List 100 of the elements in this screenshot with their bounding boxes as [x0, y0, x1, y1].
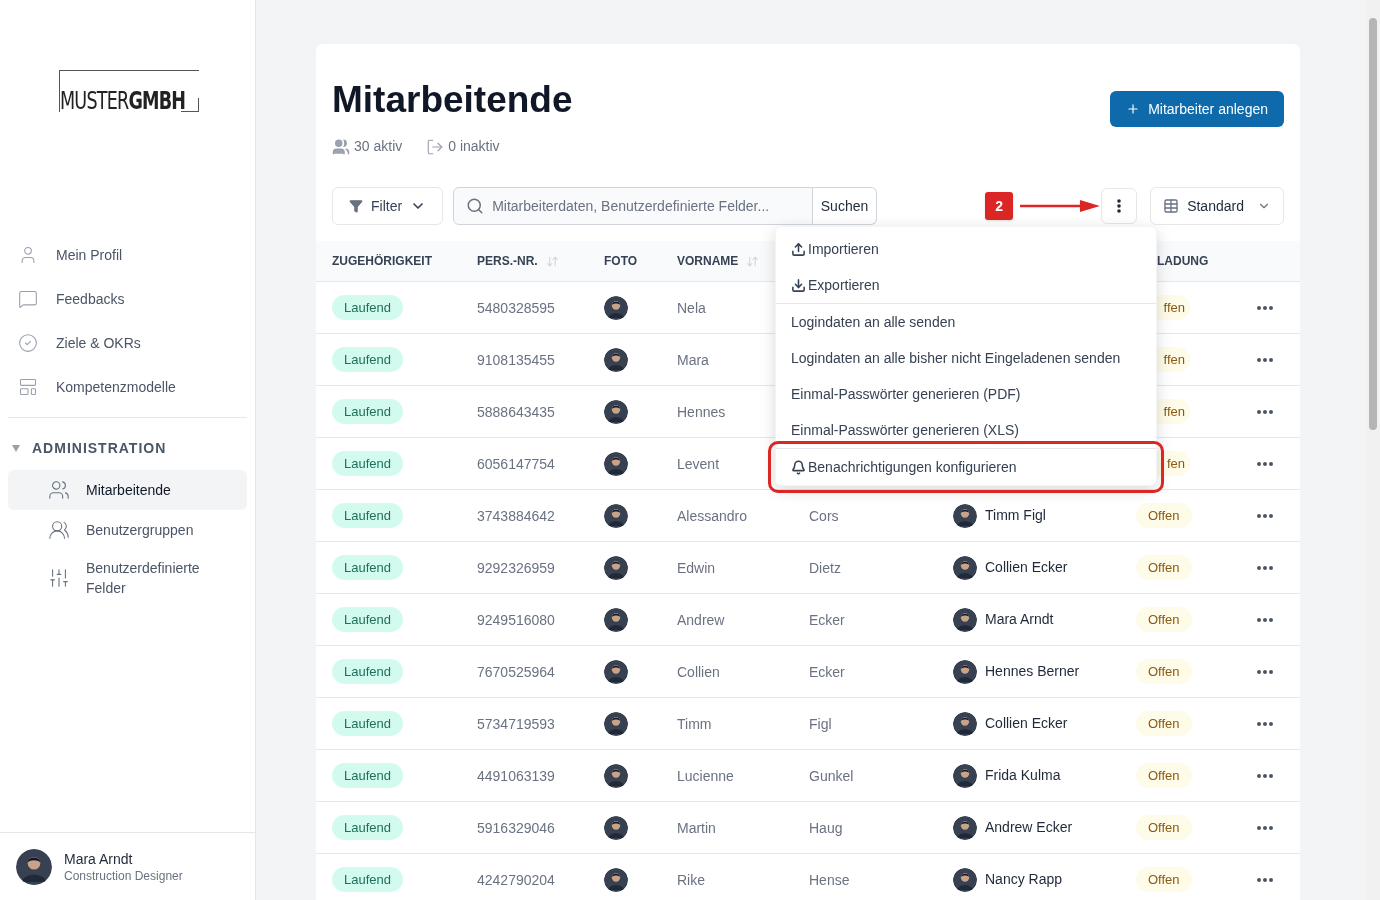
avatar — [953, 659, 977, 684]
more-button[interactable] — [1257, 357, 1273, 362]
table-cell: 7670525964 — [477, 663, 555, 680]
more-button[interactable] — [1257, 825, 1273, 830]
avatar — [604, 815, 628, 840]
column-header[interactable]: VORNAME — [677, 252, 760, 270]
table-cell: 9292326959 — [477, 559, 555, 576]
avatar — [953, 503, 977, 528]
search-input[interactable]: Mitarbeiterdaten, Benutzerdefinierte Felder... — [492, 195, 800, 217]
more-button[interactable] — [1257, 305, 1273, 310]
user-name: Mara Arndt — [64, 849, 134, 868]
chat-bubbles-icon — [18, 289, 38, 309]
nav-item[interactable]: Ziele & OKRs — [8, 321, 247, 365]
more-button[interactable] — [1257, 513, 1273, 518]
nav-item[interactable]: Mein Profil — [8, 233, 247, 277]
check-circle-icon — [18, 333, 38, 353]
table-cell: 5916329046 — [477, 819, 555, 836]
ellipsis-icon — [1257, 565, 1273, 570]
users-icon — [48, 479, 70, 501]
table-cell: 3743884642 — [477, 507, 555, 524]
search-icon — [466, 197, 485, 215]
more-button[interactable] — [1257, 669, 1273, 674]
invitation-tag: Offen — [1136, 762, 1192, 789]
avatar — [953, 815, 977, 840]
table-cell: Dietz — [809, 559, 841, 576]
avatar — [604, 659, 628, 684]
vertical-ellipsis-icon — [1117, 199, 1122, 213]
avatar — [953, 763, 977, 788]
more-button[interactable] — [1257, 409, 1273, 414]
ellipsis-icon — [1257, 513, 1273, 518]
scrollbar[interactable] — [1366, 0, 1380, 900]
invitation-tag: Offen — [1136, 814, 1192, 841]
nav-item[interactable]: Mitarbeitende — [8, 470, 247, 510]
ellipsis-icon — [1257, 669, 1273, 674]
column-header: LADUNG — [1157, 253, 1209, 270]
status-tag: Laufend — [332, 710, 403, 737]
table-cell: 9108135455 — [477, 351, 555, 368]
table-cell: Gunkel — [809, 767, 854, 784]
avatar — [953, 867, 977, 892]
upload-icon — [791, 241, 806, 257]
manager-name: Mara Arndt — [985, 610, 1054, 629]
search-button[interactable]: Suchen — [812, 187, 878, 225]
menu-item[interactable]: Benachrichtigungen konfigurieren — [776, 449, 1156, 485]
download-icon — [791, 277, 806, 293]
table-cell: 5480328595 — [477, 299, 555, 316]
filter-button[interactable]: Filter — [332, 187, 444, 225]
more-button[interactable] — [1257, 617, 1273, 622]
column-header[interactable]: PERS.-NR. — [477, 252, 559, 270]
table-cell: Nela — [677, 299, 706, 316]
view-select[interactable]: Standard — [1150, 187, 1284, 225]
group-icon — [48, 519, 70, 541]
more-button[interactable] — [1257, 461, 1273, 466]
manager-name: Frida Kulma — [985, 766, 1061, 785]
invitation-tag: Offen — [1136, 658, 1192, 685]
page-title: Mitarbeitende — [332, 78, 573, 122]
ellipsis-icon — [1257, 357, 1273, 362]
user-role: Construction Designer — [64, 867, 183, 884]
table-cell: Hennes — [677, 403, 726, 420]
more-button[interactable] — [1257, 773, 1273, 778]
more-button[interactable] — [1257, 721, 1273, 726]
table-cell: 4491063139 — [477, 767, 555, 784]
manager-name: Nancy Rapp — [985, 870, 1063, 889]
create-employee-button[interactable]: Mitarbeiter anlegen — [1110, 91, 1284, 127]
menu-item[interactable]: Importieren — [776, 231, 1156, 267]
nav-item[interactable]: Benutzerdefinierte Felder — [8, 550, 247, 606]
search-field[interactable]: Mitarbeiterdaten, Benutzerdefinierte Felder... — [453, 187, 813, 225]
exit-icon — [426, 137, 445, 156]
nav-item[interactable]: Kompetenzmodelle — [8, 365, 247, 409]
table-cell: Timm — [677, 715, 712, 732]
more-options-button[interactable] — [1101, 188, 1138, 224]
ellipsis-icon — [1257, 721, 1273, 726]
table-cell: Collien — [677, 663, 720, 680]
filter-icon — [349, 199, 363, 213]
invitation-tag: Offen — [1136, 606, 1192, 633]
status-tag: Laufend — [332, 398, 403, 425]
invitation-tag: Offen — [1136, 866, 1192, 893]
more-button[interactable] — [1257, 877, 1273, 882]
nav-item[interactable]: Benutzergruppen — [8, 510, 247, 550]
status-tag: Laufend — [332, 762, 403, 789]
invitation-tag: Offen — [1136, 554, 1192, 581]
table-cell: 4242790204 — [477, 871, 555, 888]
plus-icon — [1126, 102, 1141, 116]
column-header: FOTO — [604, 253, 638, 270]
ellipsis-icon — [1257, 877, 1273, 882]
avatar — [953, 607, 977, 632]
table-cell: Levent — [677, 455, 720, 472]
nav-item[interactable]: Feedbacks — [8, 277, 247, 321]
more-button[interactable] — [1257, 565, 1273, 570]
manager-name: Collien Ecker — [985, 714, 1068, 733]
table-cell: Ecker — [809, 611, 845, 628]
manager-name: Collien Ecker — [985, 558, 1068, 577]
avatar — [604, 763, 628, 788]
avatar — [604, 399, 628, 424]
avatar — [604, 555, 628, 580]
invitation-tag: Offen — [1136, 502, 1192, 529]
avatar — [16, 848, 52, 885]
sort-icon — [545, 254, 559, 268]
table-cell: 9249516080 — [477, 611, 555, 628]
section-toggle[interactable]: ADMINISTRATION — [8, 426, 247, 470]
status-tag: Laufend — [332, 658, 403, 685]
